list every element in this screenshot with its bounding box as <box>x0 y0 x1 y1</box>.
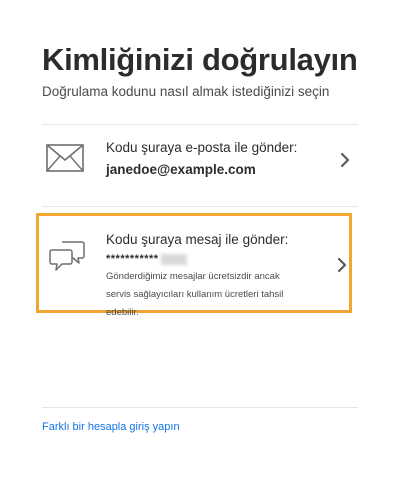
divider-middle <box>42 206 358 207</box>
chat-bubbles-icon <box>48 240 86 279</box>
email-address: janedoe@example.com <box>106 162 256 177</box>
divider-bottom <box>42 407 358 408</box>
envelope-icon <box>46 144 84 177</box>
switch-account-link[interactable]: Farklı bir hesapla giriş yapın <box>42 421 180 433</box>
masked-phone-digits: *********** <box>106 253 159 265</box>
sms-option-label: Kodu şuraya mesaj ile gönder: <box>106 232 289 247</box>
sms-option[interactable]: Kodu şuraya mesaj ile gönder: **********… <box>36 213 352 318</box>
page-subtitle: Doğrulama kodunu nasıl almak istediğiniz… <box>42 84 330 99</box>
email-option[interactable]: Kodu şuraya e-posta ile gönder: janedoe@… <box>42 124 358 206</box>
sms-cost-note: Gönderdiğimiz mesajlar ücretsizdir ancak… <box>106 271 284 318</box>
chevron-right-icon <box>337 257 347 278</box>
page-title: Kimliğinizi doğrulayın <box>42 42 358 77</box>
email-option-label: Kodu şuraya e-posta ile gönder: <box>106 140 298 155</box>
chevron-right-icon <box>340 152 350 173</box>
masked-phone-number: *********** <box>106 253 187 265</box>
redacted-digits <box>160 253 187 265</box>
